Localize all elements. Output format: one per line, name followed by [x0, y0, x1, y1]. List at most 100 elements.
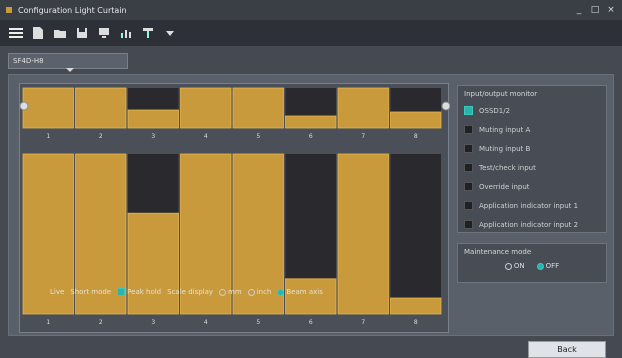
lower-bar-label: 4: [204, 319, 208, 326]
lower-bar-label: 1: [46, 319, 50, 326]
folder-icon[interactable]: [52, 25, 68, 41]
display-controls: Live Short mode Peak hold Scale display …: [50, 288, 323, 296]
chart-icon[interactable]: [118, 25, 134, 41]
io-monitor-label: Muting input A: [479, 125, 531, 134]
off-label: OFF: [545, 262, 560, 270]
io-monitor-label: Override input: [479, 182, 530, 191]
radio-icon: [247, 288, 255, 296]
lower-bar-label: 8: [414, 319, 418, 326]
right-range-handle[interactable]: [441, 101, 450, 111]
lower-bar-track: [390, 154, 441, 314]
beam-display: 1 2 3 4 5 6 7 8 1 2 3 4 5 6 7 8 Live Short mode Peak ho…: [19, 83, 450, 333]
radio-icon: [277, 288, 285, 296]
app-window: Configuration Light Curtain _ □ × SF4D-H…: [0, 0, 622, 358]
radio-beam-axis[interactable]: Beam axis: [277, 288, 323, 296]
upper-bar-3: [127, 109, 179, 129]
upper-bar-8: [390, 111, 442, 129]
upper-bar-label: 7: [361, 133, 365, 140]
app-icon: [4, 5, 14, 15]
status-indicator-icon: [464, 182, 473, 191]
status-indicator-icon: [464, 201, 473, 210]
io-monitor-label: Muting input B: [479, 144, 531, 153]
io-monitor-item: OSSD1/2: [464, 104, 600, 117]
upper-bar-label: 3: [151, 133, 155, 140]
lower-bar-label: 6: [309, 319, 313, 326]
io-monitor-item: Test/check input: [464, 161, 600, 174]
mm-label: mm: [228, 288, 242, 296]
lower-bar-3: [127, 212, 179, 315]
back-button[interactable]: Back: [528, 341, 606, 358]
io-monitor-item: Application indicator input 2: [464, 218, 600, 231]
title-bar: Configuration Light Curtain _ □ ×: [0, 0, 622, 20]
radio-icon: [536, 262, 544, 270]
lower-bar-label: 2: [99, 319, 103, 326]
menu-icon[interactable]: [8, 25, 24, 41]
radio-icon: [219, 288, 227, 296]
io-monitor-label: Test/check input: [479, 163, 536, 172]
io-monitor-item: Muting input B: [464, 142, 600, 155]
file-icon[interactable]: [30, 25, 46, 41]
lower-bar-7: [337, 153, 389, 315]
radio-inch[interactable]: inch: [247, 288, 272, 296]
io-monitor-label: OSSD1/2: [479, 106, 511, 115]
status-indicator-icon: [464, 144, 473, 153]
peak-hold-label: Peak hold: [127, 288, 162, 296]
status-indicator-icon: [464, 106, 473, 115]
maintenance-panel: Maintenance mode ON OFF: [457, 243, 607, 283]
close-button[interactable]: ×: [606, 5, 616, 15]
dropdown-icon[interactable]: [162, 25, 178, 41]
radio-icon: [504, 262, 512, 270]
left-range-handle[interactable]: [20, 101, 29, 111]
upper-bar-label: 5: [256, 133, 260, 140]
maintenance-title: Maintenance mode: [464, 248, 532, 256]
minimize-button[interactable]: _: [574, 5, 584, 15]
io-monitor-label: Application indicator input 2: [479, 220, 579, 229]
beam-bars: 1 2 3 4 5 6 7 8 1 2 3 4 5 6 7 8: [20, 87, 450, 326]
monitor-mode-label: Short mode: [70, 288, 112, 296]
status-indicator-icon: [464, 163, 473, 172]
io-monitor-item: Muting input A: [464, 123, 600, 136]
main-panel: 1 2 3 4 5 6 7 8 1 2 3 4 5 6 7 8 Live Short mode Peak ho…: [8, 74, 614, 336]
upper-bar-label: 6: [309, 133, 313, 140]
lower-bar-label: 7: [361, 319, 365, 326]
upper-bar-label: 2: [99, 133, 103, 140]
io-monitor-title: Input/output monitor: [464, 90, 538, 98]
io-monitor-label: Application indicator input 1: [479, 201, 579, 210]
io-monitor-item: Application indicator input 1: [464, 199, 600, 212]
maximize-button[interactable]: □: [590, 5, 600, 15]
device-icon[interactable]: [96, 25, 112, 41]
mode-label: Live: [50, 288, 65, 296]
radio-mm[interactable]: mm: [219, 288, 242, 296]
check-icon: [117, 288, 126, 296]
tab-caret-icon: [66, 68, 74, 72]
on-label: ON: [513, 262, 525, 270]
upper-bar-label: 1: [46, 133, 50, 140]
io-monitor-item: Override input: [464, 180, 600, 193]
upper-bar-6: [285, 115, 337, 129]
lower-bar-8: [390, 297, 442, 315]
upper-bar-5: [232, 87, 284, 129]
scale-display-label: Scale display: [167, 288, 214, 296]
status-indicator-icon: [464, 220, 473, 229]
upper-bar-4: [180, 87, 232, 129]
upper-bar-7: [337, 87, 389, 129]
lower-bar-6: [285, 278, 337, 315]
upper-bar-label: 8: [414, 133, 418, 140]
export-icon[interactable]: [140, 25, 156, 41]
beam-axis-label: Beam axis: [286, 288, 323, 296]
lower-bar-label: 3: [151, 319, 155, 326]
inch-label: inch: [256, 288, 272, 296]
maintenance-off-radio[interactable]: OFF: [536, 262, 560, 270]
maintenance-on-radio[interactable]: ON: [504, 262, 525, 270]
peak-hold-checkbox[interactable]: Peak hold: [117, 288, 161, 296]
upper-bar-label: 4: [204, 133, 208, 140]
lower-bar-label: 5: [256, 319, 260, 326]
device-tabstrip: SF4D-H8: [0, 46, 622, 72]
toolbar: [0, 20, 622, 46]
upper-bar-2: [75, 87, 127, 129]
device-tab[interactable]: SF4D-H8: [8, 53, 128, 69]
window-title: Configuration Light Curtain: [18, 5, 127, 15]
io-monitor-panel: Input/output monitor OSSD1/2 Muting input…: [457, 85, 607, 233]
upper-bar-1: [22, 87, 74, 129]
save-icon[interactable]: [74, 25, 90, 41]
